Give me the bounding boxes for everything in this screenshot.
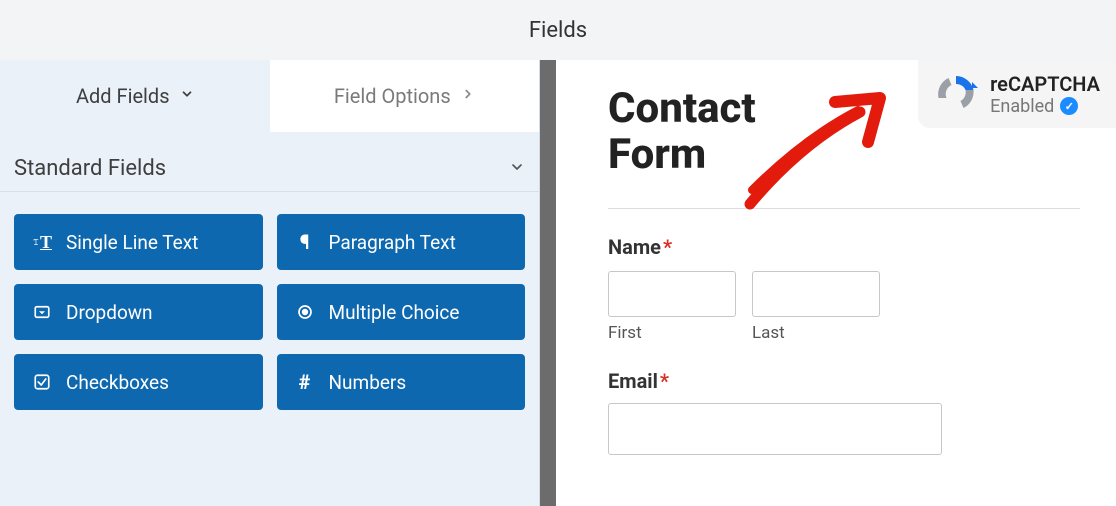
header-title: Fields (529, 18, 587, 43)
tab-label: Add Fields (76, 84, 170, 108)
last-name-input[interactable] (752, 271, 880, 317)
recaptcha-status-row: Enabled (990, 96, 1100, 117)
required-asterisk: * (663, 235, 672, 259)
field-checkboxes[interactable]: Checkboxes (14, 354, 263, 410)
section-standard-fields[interactable]: Standard Fields (0, 132, 539, 192)
text-cursor-icon: T (32, 232, 52, 252)
name-inputs-row: First Last (608, 271, 1080, 343)
field-paragraph-text[interactable]: ¶ Paragraph Text (277, 214, 526, 270)
verified-icon (1060, 97, 1078, 115)
field-single-line-text[interactable]: T Single Line Text (14, 214, 263, 270)
radio-icon (295, 302, 315, 322)
field-numbers[interactable]: # Numbers (277, 354, 526, 410)
field-label: Numbers (329, 371, 407, 394)
name-label: Name* (608, 235, 1080, 259)
email-label: Email* (608, 369, 1080, 393)
email-field-group: Email* (608, 369, 1080, 455)
paragraph-icon: ¶ (295, 232, 315, 252)
recaptcha-title: reCAPTCHA (990, 72, 1100, 96)
recaptcha-badge[interactable]: reCAPTCHA Enabled (918, 60, 1116, 128)
recaptcha-status: Enabled (990, 96, 1054, 117)
field-label: Checkboxes (66, 371, 169, 394)
field-label: Paragraph Text (329, 231, 456, 254)
fields-grid: T Single Line Text ¶ Paragraph Text Drop… (0, 214, 539, 410)
panel-divider[interactable] (540, 60, 556, 506)
form-header-row: Contact Form reCAPTCHA Enabled (608, 86, 1080, 178)
tab-field-options[interactable]: Field Options (270, 60, 540, 132)
email-input[interactable] (608, 403, 942, 455)
field-dropdown[interactable]: Dropdown (14, 284, 263, 340)
main-layout: Add Fields Field Options Standard Fields (0, 60, 1116, 506)
last-name-col: Last (752, 271, 880, 343)
chevron-right-icon (461, 87, 475, 105)
section-title: Standard Fields (14, 156, 166, 181)
last-sublabel: Last (752, 323, 880, 343)
dropdown-icon (32, 302, 52, 322)
first-name-input[interactable] (608, 271, 736, 317)
name-field-group: Name* First Last (608, 235, 1080, 343)
recaptcha-icon (932, 70, 980, 118)
chevron-down-icon (180, 87, 194, 105)
top-header: Fields (0, 0, 1116, 60)
field-multiple-choice[interactable]: Multiple Choice (277, 284, 526, 340)
recaptcha-text-col: reCAPTCHA Enabled (990, 72, 1100, 117)
tab-add-fields[interactable]: Add Fields (0, 60, 270, 132)
form-divider (608, 208, 1080, 209)
chevron-down-icon (509, 159, 525, 179)
field-label: Dropdown (66, 301, 153, 324)
first-sublabel: First (608, 323, 736, 343)
hash-icon: # (295, 372, 315, 392)
form-preview: Contact Form reCAPTCHA Enabled (556, 60, 1116, 506)
first-name-col: First (608, 271, 736, 343)
field-label: Single Line Text (66, 231, 198, 254)
required-asterisk: * (660, 369, 669, 393)
field-label: Multiple Choice (329, 301, 460, 324)
form-title[interactable]: Contact Form (608, 86, 828, 178)
checkbox-icon (32, 372, 52, 392)
tab-label: Field Options (334, 84, 451, 108)
sidebar-tabs: Add Fields Field Options (0, 60, 539, 132)
fields-sidebar: Add Fields Field Options Standard Fields (0, 60, 540, 506)
